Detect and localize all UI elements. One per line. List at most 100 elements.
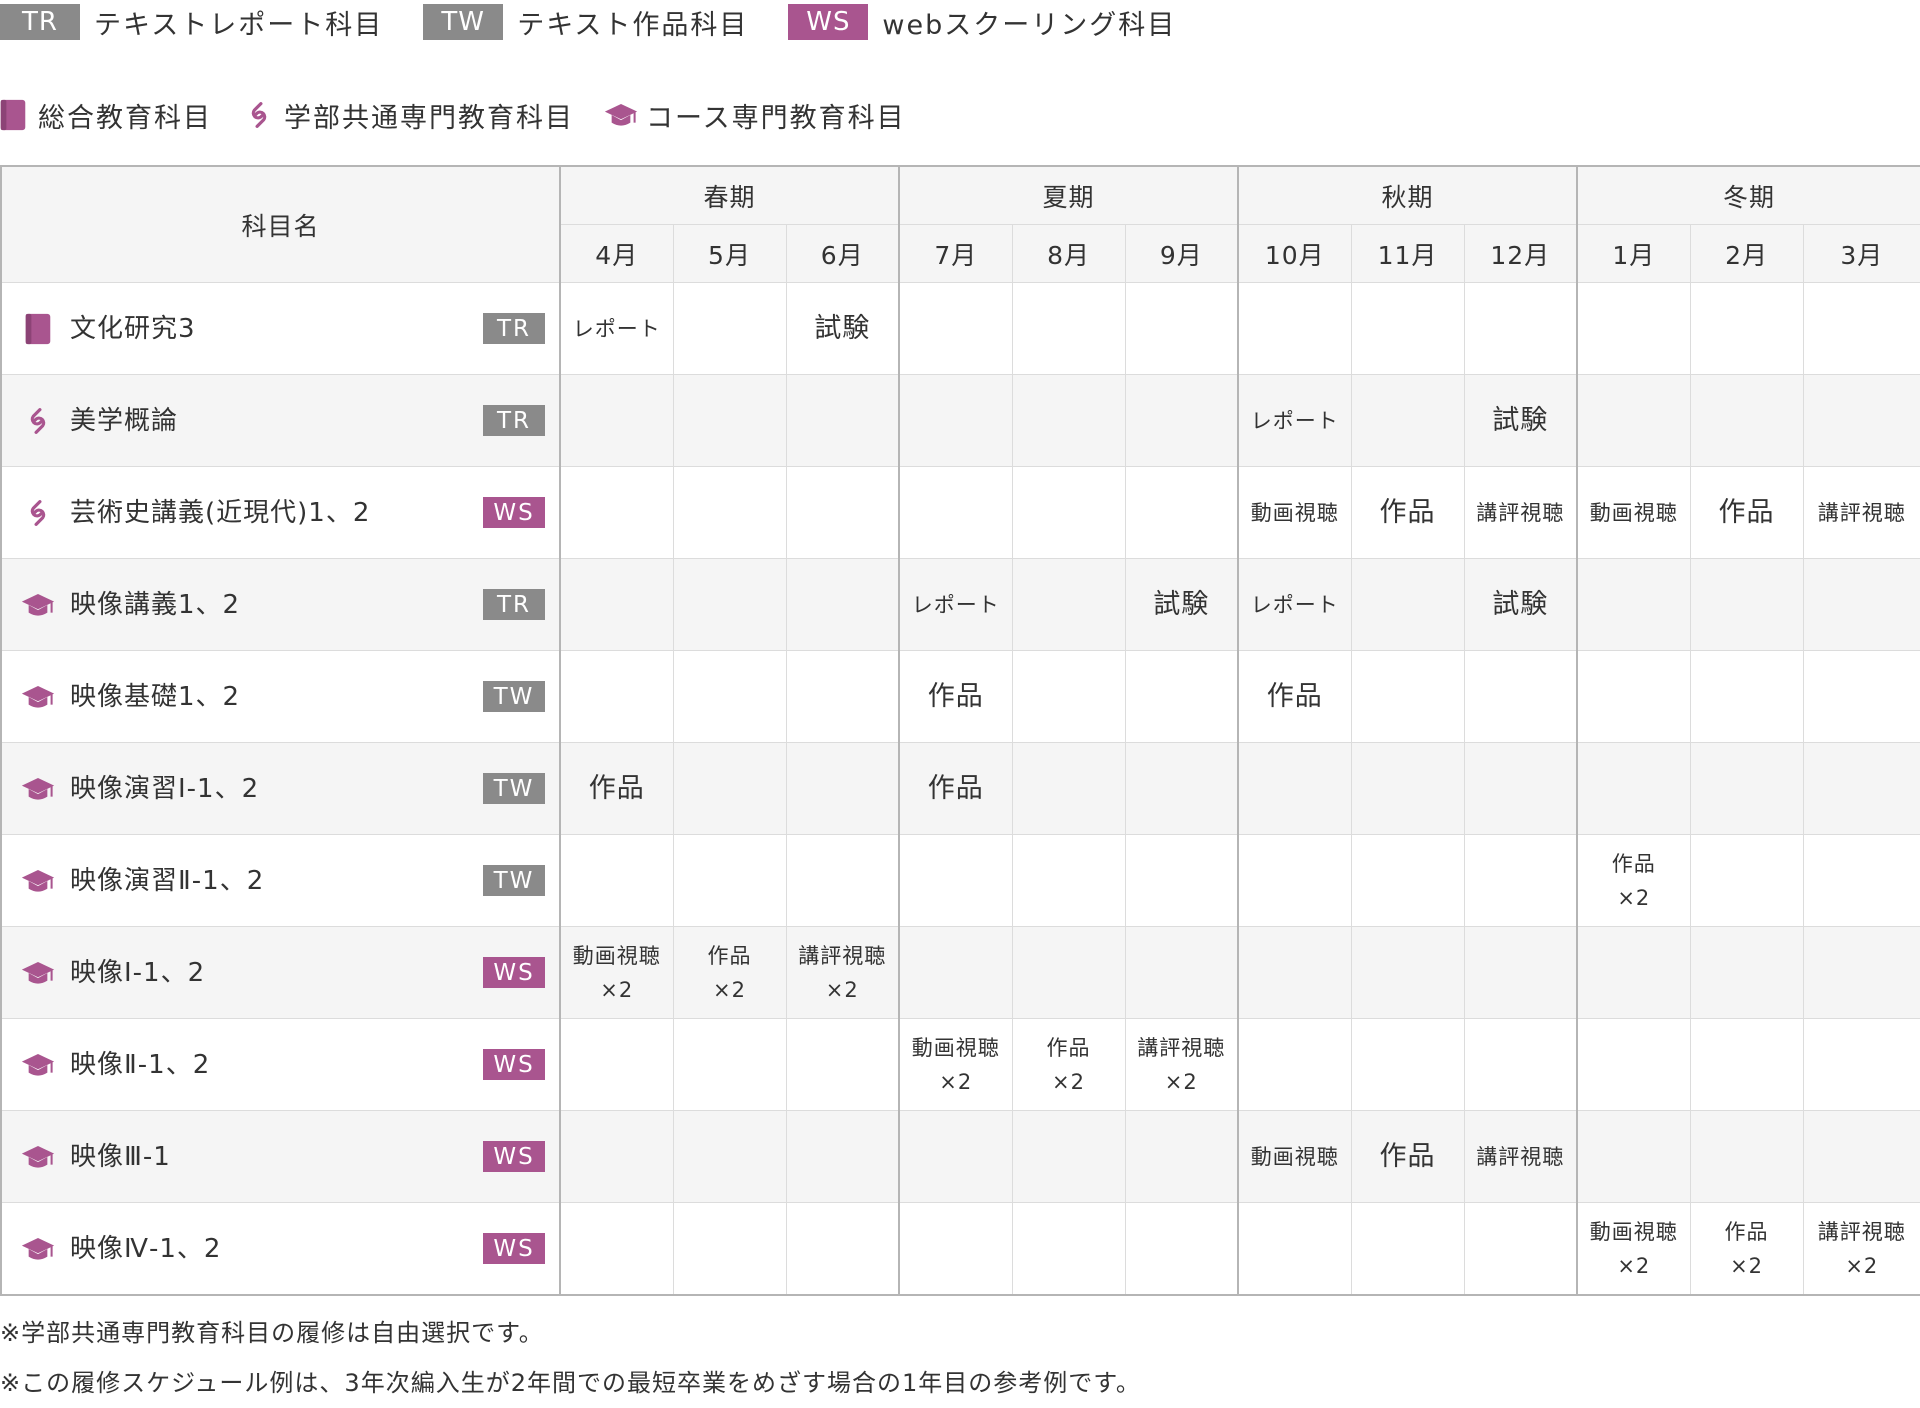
subject-cell: 映像基礎1、2 TW: [0, 650, 561, 743]
legend-ws: WS webスクーリング科目: [788, 3, 1176, 42]
task-label: 動画視聴: [1589, 1219, 1678, 1244]
task-count: ×2: [1845, 1253, 1879, 1278]
legend-tr: TR テキストレポート科目: [0, 3, 383, 42]
schedule-cell: [1237, 926, 1352, 1019]
schedule-cell: [1576, 558, 1691, 651]
task-label: 講評視聴: [1817, 500, 1906, 525]
task-label: 作品: [707, 943, 752, 968]
task-label: レポート: [572, 316, 661, 341]
task-label: 動画視聴: [1589, 500, 1678, 525]
tr-badge: TR: [0, 4, 80, 40]
schedule-cell: [672, 558, 787, 651]
subject-cell: 文化研究3 TR: [0, 282, 561, 375]
schedule-cell: [559, 1110, 674, 1203]
schedule-cell: [785, 466, 901, 559]
schedule-cell: [1124, 926, 1240, 1019]
schedule-cell: [1011, 650, 1126, 743]
schedule-cell: [672, 1110, 787, 1203]
schedule-cell: [672, 650, 787, 743]
schedule-cell: [785, 1018, 901, 1111]
schedule-cell: [1463, 742, 1579, 835]
schedule-cell: 作品 ×2: [672, 926, 787, 1019]
subject-name: 文化研究3: [70, 313, 196, 344]
legend-course-label: コース専門教育科目: [646, 102, 906, 134]
schedule-cell: [1011, 374, 1126, 467]
month-header: 12月: [1463, 224, 1579, 283]
subject-cell: 映像Ⅳ-1、2 WS: [0, 1202, 561, 1296]
season-header-winter: 冬期: [1576, 165, 1920, 225]
subject-name: 映像Ⅲ-1: [70, 1141, 171, 1172]
schedule-cell: [559, 1018, 674, 1111]
task-count: ×2: [1730, 1253, 1764, 1278]
month-header: 9月: [1124, 224, 1240, 283]
schedule-cell: [898, 466, 1013, 559]
schedule-cell: [785, 834, 901, 927]
schedule-cell: [1802, 374, 1920, 467]
graduation-cap-icon: [20, 587, 56, 623]
schedule-cell: [1689, 742, 1804, 835]
schedule-cell: [1350, 1202, 1465, 1296]
table-row: 映像演習Ⅰ-1、2 TW 作品 作品: [0, 742, 1920, 835]
schedule-cell: [1576, 374, 1691, 467]
task-label: 作品: [1379, 1140, 1436, 1172]
schedule-cell: [1463, 926, 1579, 1019]
link-icon: [20, 495, 56, 531]
subject-cell: 映像Ⅰ-1、2 WS: [0, 926, 561, 1019]
month-header: 7月: [898, 224, 1013, 283]
task-count: ×2: [1617, 1253, 1651, 1278]
table-row: 文化研究3 TR レポート 試験: [0, 282, 1920, 375]
table-row: 映像Ⅱ-1、2 WS 動画視聴 ×2 作品 ×2 講評視聴 ×2: [0, 1018, 1920, 1111]
schedule-cell: [1350, 558, 1465, 651]
season-header-autumn: 秋期: [1237, 165, 1579, 225]
task-count: ×2: [600, 977, 634, 1002]
task-label: 作品: [1379, 496, 1436, 528]
schedule-cell: [559, 834, 674, 927]
subject-name: 映像講義1、2: [70, 589, 241, 620]
month-header: 5月: [672, 224, 787, 283]
schedule-cell: [785, 374, 901, 467]
schedule-cell: 講評視聴: [1463, 466, 1579, 559]
schedule-cell: [1237, 742, 1352, 835]
notes: ※学部共通専門教育科目の履修は自由選択です。 ※この履修スケジュール例は、3年次…: [0, 1308, 1141, 1408]
subject-name: 芸術史講義(近現代)1、2: [70, 497, 371, 528]
schedule-cell: [672, 1202, 787, 1296]
schedule-cell: [1802, 1018, 1920, 1111]
legend-course: コース専門教育科目: [604, 95, 906, 135]
type-badge: WS: [483, 957, 545, 988]
month-header: 11月: [1350, 224, 1465, 283]
schedule-cell: [1011, 926, 1126, 1019]
type-legend: TR テキストレポート科目 TW テキスト作品科目 WS webスクーリング科目: [0, 3, 1216, 42]
legend-tr-label: テキストレポート科目: [94, 9, 384, 41]
schedule-cell: [1124, 742, 1240, 835]
task-label: レポート: [1250, 408, 1339, 433]
schedule-cell: [1011, 1110, 1126, 1203]
schedule-cell: レポート: [1237, 558, 1352, 651]
schedule-cell: [1802, 1110, 1920, 1203]
task-count: ×2: [825, 977, 859, 1002]
schedule-cell: [559, 466, 674, 559]
legend-general-label: 総合教育科目: [38, 102, 212, 134]
task-label: 試験: [1492, 588, 1549, 620]
table-row: 映像Ⅲ-1 WS 動画視聴 作品 講評視聴: [0, 1110, 1920, 1203]
ws-badge: WS: [788, 4, 869, 40]
task-label: 作品: [1718, 496, 1775, 528]
link-icon: [20, 403, 56, 439]
graduation-cap-icon: [20, 771, 56, 807]
type-badge: TR: [483, 589, 545, 620]
schedule-cell: [1124, 374, 1240, 467]
month-header: 2月: [1689, 224, 1804, 283]
link-icon: [242, 95, 276, 135]
schedule-cell: [1463, 834, 1579, 927]
schedule-cell: [672, 466, 787, 559]
schedule-cell: [1576, 926, 1691, 1019]
type-badge: TW: [483, 865, 545, 896]
type-badge: TW: [483, 773, 545, 804]
graduation-cap-icon: [20, 955, 56, 991]
schedule-cell: [559, 650, 674, 743]
schedule-cell: [1237, 1202, 1352, 1296]
schedule-cell: [898, 1110, 1013, 1203]
schedule-cell: [898, 374, 1013, 467]
subject-cell: 芸術史講義(近現代)1、2 WS: [0, 466, 561, 559]
schedule-cell: [1689, 282, 1804, 375]
schedule-cell: 動画視聴 ×2: [1576, 1202, 1691, 1296]
